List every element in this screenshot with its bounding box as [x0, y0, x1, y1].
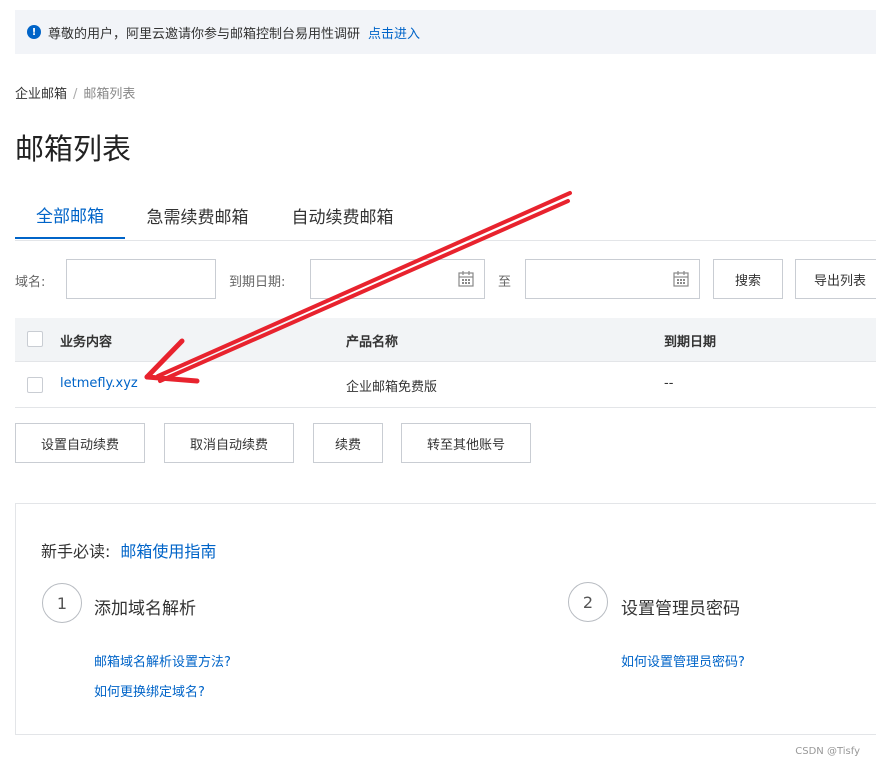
business-domain-link[interactable]: letmefly.xyz: [60, 376, 138, 391]
table-header: 业务内容 产品名称 到期日期: [15, 318, 876, 362]
column-business: 业务内容: [60, 335, 113, 350]
breadcrumb-current: 邮箱列表: [83, 87, 136, 102]
step-2-number: 2: [568, 582, 608, 622]
tab-auto-renewal[interactable]: 自动续费邮箱: [280, 192, 405, 239]
breadcrumb-root[interactable]: 企业邮箱: [15, 87, 67, 102]
notice-link[interactable]: 点击进入: [368, 23, 420, 42]
column-expire-date: 到期日期: [664, 335, 717, 350]
notice-bar: ! 尊敬的用户，阿里云邀请你参与邮箱控制台易用性调研 点击进入: [15, 10, 876, 54]
set-auto-renew-button[interactable]: 设置自动续费: [15, 423, 145, 463]
product-name: 企业邮箱免费版: [346, 380, 438, 395]
row-checkbox[interactable]: [27, 377, 43, 393]
export-list-button[interactable]: 导出列表: [795, 259, 876, 299]
transfer-account-button[interactable]: 转至其他账号: [401, 423, 531, 463]
tab-bar: 全部邮箱 急需续费邮箱 自动续费邮箱: [15, 192, 876, 241]
notice-text: 尊敬的用户，阿里云邀请你参与邮箱控制台易用性调研: [48, 26, 361, 42]
guide-prefix: 新手必读:: [41, 542, 111, 561]
expire-date: --: [664, 376, 674, 391]
guide-link[interactable]: 邮箱使用指南: [120, 542, 216, 561]
page-title: 邮箱列表: [15, 132, 132, 166]
domain-label: 域名:: [15, 275, 46, 290]
expire-date-label: 到期日期:: [229, 275, 286, 290]
info-icon: !: [27, 25, 41, 39]
step-2-title: 设置管理员密码: [621, 599, 740, 619]
breadcrumb-separator: /: [73, 87, 78, 102]
date-range-to-label: 至: [498, 275, 512, 290]
search-button[interactable]: 搜索: [713, 259, 783, 299]
dns-setup-link[interactable]: 邮箱域名解析设置方法?: [94, 651, 231, 670]
cancel-auto-renew-button[interactable]: 取消自动续费: [164, 423, 294, 463]
guide-title: 新手必读: 邮箱使用指南: [41, 538, 216, 562]
column-product: 产品名称: [346, 335, 399, 350]
beginner-guide-panel: 新手必读: 邮箱使用指南 1 添加域名解析 邮箱域名解析设置方法? 如何更换绑定域…: [15, 503, 876, 735]
step-1-title: 添加域名解析: [94, 599, 196, 619]
domain-input[interactable]: [66, 259, 216, 299]
change-domain-link[interactable]: 如何更换绑定域名?: [94, 681, 205, 700]
start-date-picker[interactable]: [310, 259, 485, 299]
calendar-icon: [673, 271, 689, 287]
end-date-picker[interactable]: [525, 259, 700, 299]
admin-password-link[interactable]: 如何设置管理员密码?: [621, 651, 745, 670]
tab-all-mailboxes[interactable]: 全部邮箱: [15, 192, 125, 239]
select-all-checkbox[interactable]: [27, 331, 43, 347]
calendar-icon: [458, 271, 474, 287]
table-row: letmefly.xyz 企业邮箱免费版 --: [15, 362, 876, 408]
step-1-number: 1: [42, 583, 82, 623]
renew-button[interactable]: 续费: [313, 423, 383, 463]
tab-urgent-renewal[interactable]: 急需续费邮箱: [135, 192, 260, 239]
watermark: CSDN @Tisfy: [795, 746, 860, 757]
breadcrumb: 企业邮箱 / 邮箱列表: [15, 83, 135, 102]
